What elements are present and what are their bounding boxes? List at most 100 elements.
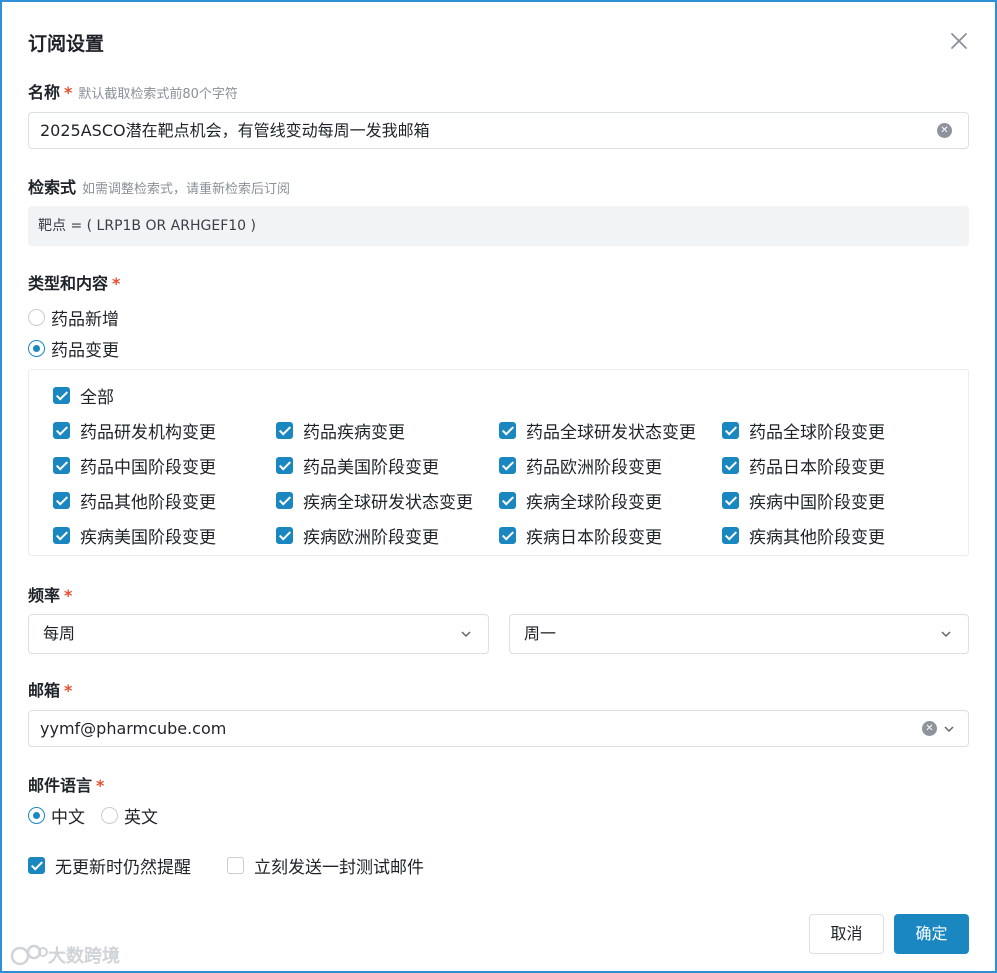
radio-drug-new[interactable]: 药品新增 (28, 305, 119, 330)
radio-label: 药品变更 (51, 341, 119, 361)
query-label-text: 检索式 (28, 178, 77, 197)
chevron-down-icon[interactable] (943, 723, 955, 735)
close-icon-svg (951, 33, 967, 49)
checkbox-label: 疾病全球研发状态变更 (303, 493, 473, 513)
checkbox-label: 药品全球研发状态变更 (526, 423, 696, 443)
radio-circle-selected (28, 340, 45, 357)
query-hint: 如需调整检索式，请重新检索后订阅 (82, 182, 291, 197)
confirm-button[interactable]: 确定 (894, 914, 969, 954)
subscription-dialog: 订阅设置 名称 * 默认截取检索式前80个字符 2025ASCO潜在靶点机会，有管线… (0, 0, 997, 973)
name-label-text: 名称 (28, 83, 61, 102)
radio-label: 中文 (51, 808, 85, 828)
checkbox-item[interactable]: 药品美国阶段变更 (276, 453, 439, 478)
checkbox-box (499, 457, 516, 474)
checkbox-item[interactable]: 疾病全球阶段变更 (499, 488, 662, 513)
required-mark: * (64, 83, 73, 102)
required-mark: * (96, 776, 105, 795)
checkbox-box (499, 492, 516, 509)
checkbox-remind-no-update[interactable]: 无更新时仍然提醒 (28, 853, 191, 878)
checkbox-box (276, 492, 293, 509)
checkbox-label: 疾病日本阶段变更 (526, 528, 662, 548)
required-mark: * (64, 586, 73, 605)
checkbox-box (53, 387, 70, 404)
checkbox-item[interactable]: 疾病全球研发状态变更 (276, 488, 473, 513)
language-label-text: 邮件语言 (28, 776, 93, 795)
checkbox-box (53, 457, 70, 474)
checkbox-box (53, 527, 70, 544)
checkbox-label: 立刻发送一封测试邮件 (254, 858, 424, 878)
frequency-period-select[interactable]: 每周 (28, 614, 489, 654)
checkbox-label: 无更新时仍然提醒 (55, 858, 191, 878)
checkbox-item[interactable]: 药品欧洲阶段变更 (499, 453, 662, 478)
language-label: 邮件语言 * (28, 772, 104, 796)
required-mark: * (112, 274, 121, 293)
required-mark: * (64, 681, 73, 700)
checkbox-label: 药品其他阶段变更 (80, 493, 216, 513)
clear-icon[interactable]: ✕ (922, 721, 937, 736)
checkbox-box (227, 857, 244, 874)
clear-icon[interactable]: ✕ (937, 123, 952, 138)
type-label-text: 类型和内容 (28, 274, 109, 293)
checkbox-item[interactable]: 药品其他阶段变更 (53, 488, 216, 513)
radio-english[interactable]: 英文 (101, 803, 158, 828)
checkbox-label: 药品研发机构变更 (80, 423, 216, 443)
checkbox-label: 药品疾病变更 (303, 423, 405, 443)
name-input-value: 2025ASCO潜在靶点机会，有管线变动每周一发我邮箱 (40, 121, 430, 140)
watermark-text: 大数跨境 (48, 946, 120, 967)
frequency-label-text: 频率 (28, 586, 61, 605)
checkbox-item[interactable]: 药品研发机构变更 (53, 418, 216, 443)
select-value: 周一 (524, 624, 557, 643)
checkbox-label: 药品中国阶段变更 (80, 458, 216, 478)
checkbox-box (53, 492, 70, 509)
select-value: 每周 (43, 624, 76, 643)
chevron-down-icon (941, 631, 951, 638)
checkbox-label: 全部 (80, 388, 114, 408)
checkbox-item[interactable]: 药品中国阶段变更 (53, 453, 216, 478)
checkbox-item[interactable]: 疾病日本阶段变更 (499, 523, 662, 548)
frequency-day-select[interactable]: 周一 (509, 614, 969, 654)
query-label: 检索式 如需调整检索式，请重新检索后订阅 (28, 174, 290, 198)
checkbox-label: 疾病全球阶段变更 (526, 493, 662, 513)
email-label: 邮箱 * (28, 677, 72, 701)
checkbox-box (722, 422, 739, 439)
checkbox-item[interactable]: 药品全球阶段变更 (722, 418, 885, 443)
email-label-text: 邮箱 (28, 681, 61, 700)
dialog-title: 订阅设置 (28, 33, 105, 55)
checkbox-box (499, 527, 516, 544)
email-value: yymf@pharmcube.com (40, 719, 227, 738)
checkbox-label: 药品全球阶段变更 (749, 423, 885, 443)
radio-circle (28, 309, 45, 326)
checkbox-box (722, 527, 739, 544)
cancel-button[interactable]: 取消 (809, 914, 884, 954)
checkbox-item[interactable]: 药品日本阶段变更 (722, 453, 885, 478)
checkbox-item[interactable]: 疾病欧洲阶段变更 (276, 523, 439, 548)
checkbox-item[interactable]: 药品全球研发状态变更 (499, 418, 696, 443)
name-hint: 默认截取检索式前80个字符 (78, 87, 238, 102)
radio-circle (101, 807, 118, 824)
watermark: 大数跨境 (10, 942, 120, 968)
close-icon[interactable] (948, 30, 970, 52)
checkbox-all[interactable]: 全部 (53, 383, 114, 408)
checkbox-box (53, 422, 70, 439)
checkbox-label: 疾病美国阶段变更 (80, 528, 216, 548)
checkbox-item[interactable]: 疾病中国阶段变更 (722, 488, 885, 513)
checkbox-item[interactable]: 疾病美国阶段变更 (53, 523, 216, 548)
checkbox-box (276, 527, 293, 544)
checkbox-item[interactable]: 药品疾病变更 (276, 418, 405, 443)
name-input[interactable]: 2025ASCO潜在靶点机会，有管线变动每周一发我邮箱 ✕ (28, 112, 969, 149)
radio-chinese[interactable]: 中文 (28, 803, 85, 828)
radio-drug-change[interactable]: 药品变更 (28, 336, 119, 361)
frequency-label: 频率 * (28, 582, 72, 606)
checkbox-box (499, 422, 516, 439)
email-select[interactable]: yymf@pharmcube.com ✕ (28, 710, 969, 747)
type-label: 类型和内容 * (28, 270, 120, 294)
checkbox-label: 药品欧洲阶段变更 (526, 458, 662, 478)
query-display: 靶点 = ( LRP1B OR ARHGEF10 ) (28, 206, 969, 246)
checkbox-send-test[interactable]: 立刻发送一封测试邮件 (227, 853, 424, 878)
name-label: 名称 * 默认截取检索式前80个字符 (28, 79, 238, 103)
checkbox-label: 疾病欧洲阶段变更 (303, 528, 439, 548)
checkbox-box (28, 857, 45, 874)
checkbox-box (722, 492, 739, 509)
checkbox-item[interactable]: 疾病其他阶段变更 (722, 523, 885, 548)
radio-label: 药品新增 (51, 310, 119, 330)
